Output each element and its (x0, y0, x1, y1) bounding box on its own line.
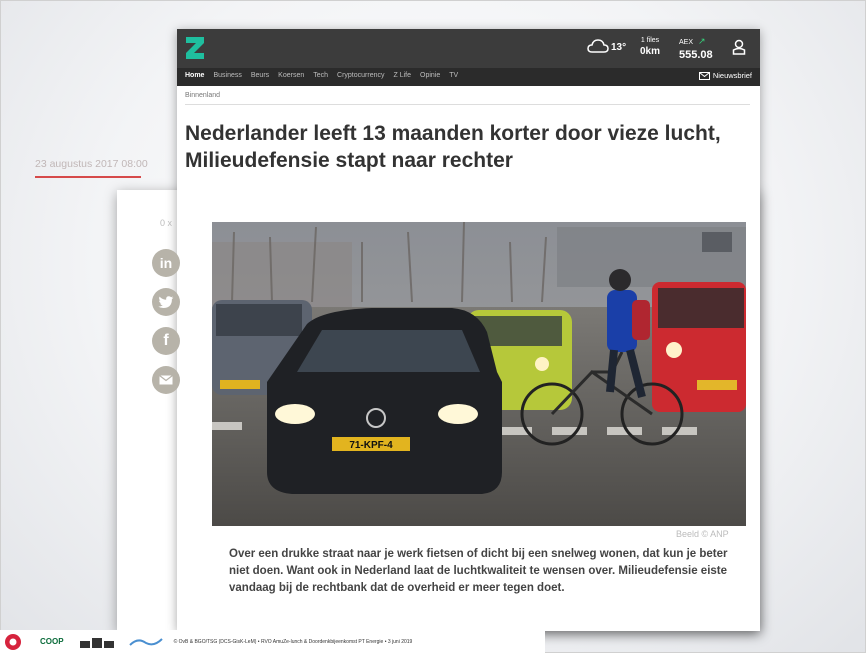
breadcrumb-divider (185, 104, 750, 105)
article-date: 23 augustus 2017 08:00 (35, 158, 148, 170)
cloud-icon (587, 39, 609, 53)
coop-logo-icon (5, 633, 21, 650)
nav-item-cryptocurrency[interactable]: Cryptocurrency (337, 72, 384, 79)
weather-widget[interactable]: 13° (587, 39, 626, 53)
license-plate-text: 71-KPF-4 (349, 440, 393, 451)
files-value: 0km (640, 46, 661, 57)
share-count: 0 x (160, 218, 173, 228)
linkedin-icon: in (159, 255, 173, 271)
partner-logo-icon (79, 637, 114, 648)
arrow-up-right-icon: ↗ (698, 36, 706, 46)
z-logo-icon[interactable] (185, 36, 205, 60)
user-icon[interactable] (732, 39, 746, 55)
twitter-icon (158, 295, 174, 308)
breadcrumb[interactable]: Binnenland (185, 92, 220, 99)
email-share-button[interactable] (152, 366, 180, 394)
nav-item-koersen[interactable]: Koersen (278, 72, 304, 79)
nav-item-tv[interactable]: TV (449, 72, 458, 79)
article-lead: Over een drukke straat naar je werk fiet… (229, 548, 728, 594)
partner-logo-2-icon (128, 637, 163, 646)
newsletter-link[interactable]: Nieuwsbrief (698, 71, 752, 80)
article-photo: 71-KPF-4 (212, 222, 746, 526)
nav-item-home[interactable]: Home (185, 72, 204, 79)
weather-temperature: 13° (611, 42, 627, 53)
nav-item-tech[interactable]: Tech (313, 72, 328, 79)
linkedin-share-button[interactable]: in (152, 249, 180, 277)
nav-item-opinie[interactable]: Opinie (420, 72, 440, 79)
nav-item-beurs[interactable]: Beurs (251, 72, 269, 79)
twitter-share-button[interactable] (152, 288, 180, 316)
aex-widget[interactable]: AEX ↗ 555.08 (679, 35, 713, 61)
main-nav: Home Business Beurs Koersen Tech Cryptoc… (177, 68, 760, 86)
facebook-icon: f (163, 332, 169, 349)
aex-value: 555.08 (679, 49, 713, 61)
nav-item-z-life[interactable]: Z Life (394, 72, 412, 79)
nav-item-business[interactable]: Business (213, 72, 241, 79)
date-underline (35, 176, 141, 178)
top-bar: 13° 1 files 0km AEX ↗ 555.08 (177, 29, 760, 68)
files-label: 1 files (640, 37, 660, 44)
slide-footer: COOP © OvB & BGO/TSG (DCS-GisK-LeM) • RV… (0, 630, 545, 653)
email-share-icon (159, 375, 173, 385)
traffic-files-widget[interactable]: 1 files 0km (640, 35, 660, 57)
article-title: Nederlander leeft 13 maanden korter door… (185, 122, 721, 172)
image-credit: Beeld © ANP (676, 529, 729, 539)
facebook-share-button[interactable]: f (152, 327, 180, 355)
aex-label: AEX (679, 39, 694, 46)
coop-logo-text: COOP (40, 637, 64, 646)
footer-text: © OvB & BGO/TSG (DCS-GisK-LeM) • RVO Amu… (173, 638, 413, 645)
mail-icon (698, 71, 710, 80)
newsletter-label: Nieuwsbrief (712, 71, 752, 80)
